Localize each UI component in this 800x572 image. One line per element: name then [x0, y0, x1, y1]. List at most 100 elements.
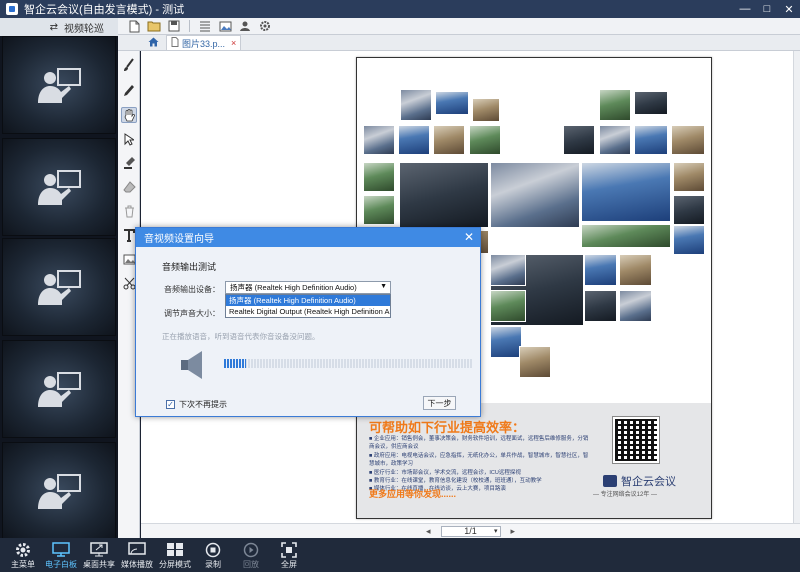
bottom-main-menu-button[interactable]: 主菜单	[4, 538, 42, 572]
meeting-photo	[363, 195, 395, 225]
prev-page-icon[interactable]: ◂	[426, 526, 431, 537]
meeting-photo	[619, 290, 652, 322]
document-tab-bar: 图片33.p... ×	[118, 35, 800, 51]
bottom-whiteboard-button[interactable]: 电子白板	[42, 538, 80, 572]
playback-icon	[243, 541, 259, 558]
page-number: 1/1	[464, 526, 477, 536]
bottom-button-label: 回放	[243, 560, 259, 569]
trash-icon[interactable]	[121, 203, 137, 219]
output-device-select[interactable]: 扬声器 (Realtek High Definition Audio) ▼	[225, 281, 391, 294]
brush-icon[interactable]	[121, 57, 137, 73]
bottom-button-label: 桌面共享	[83, 560, 115, 569]
tab-label: 图片33.p...	[182, 38, 226, 49]
list-icon[interactable]	[197, 19, 213, 33]
meeting-photo	[599, 125, 631, 155]
bottom-button-label: 主菜单	[11, 560, 35, 569]
meeting-photo	[490, 254, 526, 286]
bottom-split-screen-button[interactable]: 分屏模式	[156, 538, 194, 572]
speaker-icon[interactable]	[180, 350, 208, 380]
open-folder-icon[interactable]	[146, 19, 162, 33]
settings-icon[interactable]	[257, 19, 273, 33]
image-icon[interactable]	[217, 19, 233, 33]
volume-meter	[224, 359, 472, 368]
video-tile[interactable]	[2, 238, 116, 336]
dialog-close-button[interactable]: ✕	[464, 230, 474, 244]
meeting-photo	[634, 91, 668, 115]
device-dropdown-list: 扬声器 (Realtek High Definition Audio) Real…	[225, 294, 391, 318]
pointer-icon[interactable]	[121, 131, 137, 147]
pen-icon[interactable]	[121, 83, 137, 99]
bottom-playback-button[interactable]: 回放	[232, 538, 270, 572]
next-page-icon[interactable]: ▸	[511, 526, 516, 537]
checkbox-label: 下次不再提示	[179, 400, 227, 409]
bottom-button-label: 全屏	[281, 560, 297, 569]
eraser-icon[interactable]	[121, 179, 137, 195]
split-screen-icon	[166, 541, 184, 558]
dialog-header: 音视频设置向导 ✕	[136, 228, 480, 247]
meeting-photo	[563, 125, 595, 155]
next-step-button[interactable]: 下一步	[423, 396, 456, 410]
meeting-photo	[433, 125, 465, 155]
bottom-button-label: 电子白板	[45, 560, 77, 569]
checkbox-box[interactable]: ✓	[166, 400, 175, 409]
home-icon[interactable]	[148, 37, 159, 50]
minimize-button[interactable]: —	[734, 0, 756, 18]
media-play-icon	[128, 541, 146, 558]
window-controls: — □ ✕	[734, 0, 800, 18]
video-rotation-label[interactable]: 视频轮巡	[64, 20, 104, 35]
doc-bullet: 医疗行业：市场部会议，学术交流，远程会诊，ICU远程探视	[369, 469, 589, 477]
presenter-icon	[38, 474, 81, 509]
meeting-photo	[673, 162, 705, 192]
device-option[interactable]: Realtek Digital Output (Realtek High Def…	[226, 306, 390, 317]
video-tile[interactable]	[2, 36, 116, 134]
meeting-photo	[599, 89, 631, 121]
document-footer: 可帮助如下行业提高效率： 企业应用：销售例会，董事决策会，财务软件培训，远程面试…	[357, 403, 711, 518]
vertical-scrollbar[interactable]	[793, 51, 800, 523]
meeting-photo	[490, 290, 526, 322]
whiteboard-toolbar	[118, 18, 800, 35]
dont-show-again-checkbox[interactable]: ✓ 下次不再提示	[166, 399, 227, 410]
new-doc-icon[interactable]	[126, 19, 142, 33]
tab-close-icon[interactable]: ×	[231, 38, 236, 48]
page-selector[interactable]: 1/1 ▾	[440, 525, 501, 537]
video-tile[interactable]	[2, 138, 116, 236]
video-tile[interactable]	[2, 340, 116, 438]
bottom-desktop-share-button[interactable]: 桌面共享	[80, 538, 118, 572]
highlighter-icon[interactable]	[121, 155, 137, 171]
brand-name: 智企云会议	[621, 476, 676, 488]
meeting-photo	[398, 125, 430, 155]
device-option[interactable]: 扬声器 (Realtek High Definition Audio)	[226, 295, 390, 306]
doc-headline: 可帮助如下行业提高效率：	[369, 420, 526, 435]
doc-bullets: 企业应用：销售例会，董事决策会，财务软件培训，远程面试，远程售后维修服务，分销商…	[369, 435, 589, 494]
meeting-photo	[619, 254, 652, 286]
hand-icon[interactable]	[121, 107, 137, 123]
bottom-record-button[interactable]: 录制	[194, 538, 232, 572]
user-icon[interactable]	[237, 19, 253, 33]
meeting-photo	[673, 195, 705, 225]
doc-bullet: 企业应用：销售例会，董事决策会，财务软件培训，远程面试，远程售后维修服务，分销商…	[369, 435, 589, 452]
meeting-photo	[519, 346, 551, 378]
video-panel: ⇄ 视频轮巡	[0, 18, 118, 540]
swap-icon[interactable]: ⇄	[50, 22, 58, 33]
video-tile[interactable]	[2, 442, 116, 540]
bottom-button-label: 媒体播放	[121, 560, 153, 569]
brand-logo-icon	[603, 475, 617, 487]
close-window-button[interactable]: ✕	[778, 0, 800, 18]
meeting-photo	[581, 224, 671, 248]
chevron-down-icon: ▼	[380, 283, 387, 290]
tab-image33[interactable]: 图片33.p... ×	[166, 35, 242, 50]
bottom-fullscreen-button[interactable]: 全屏	[270, 538, 308, 572]
meeting-photo	[671, 125, 705, 155]
save-icon[interactable]	[166, 19, 182, 33]
selected-device: 扬声器 (Realtek High Definition Audio)	[230, 283, 357, 292]
meeting-photo	[490, 162, 580, 228]
doc-file-icon	[171, 37, 179, 49]
presenter-icon	[38, 372, 81, 407]
brand-slogan: — 专注网络会议12年 —	[593, 492, 658, 498]
maximize-button[interactable]: □	[756, 0, 778, 18]
presenter-icon	[38, 170, 81, 205]
meeting-photo	[581, 162, 671, 222]
bottom-button-label: 录制	[205, 560, 221, 569]
bottom-media-play-button[interactable]: 媒体播放	[118, 538, 156, 572]
dialog-title: 音视频设置向导	[144, 234, 214, 245]
